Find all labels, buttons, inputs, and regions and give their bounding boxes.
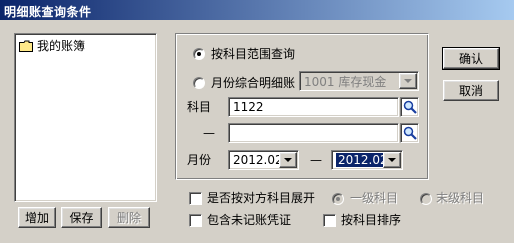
magnifier-icon bbox=[403, 126, 417, 140]
account-book-tree[interactable]: 我的账簿 bbox=[14, 33, 157, 202]
subject-dash: — bbox=[203, 126, 215, 140]
month-to-value: 2012.02 bbox=[336, 153, 390, 167]
expand-contra-checkbox[interactable] bbox=[189, 192, 202, 205]
sort-by-subject-checkbox[interactable] bbox=[323, 214, 336, 227]
save-button[interactable]: 保存 bbox=[61, 207, 102, 228]
subject-from-input[interactable]: 1122 bbox=[228, 97, 399, 117]
monthly-detail-label: 月份综合明细账 bbox=[211, 76, 296, 90]
tree-item-label: 我的账簿 bbox=[37, 39, 86, 53]
include-unposted-label: 包含未记账凭证 bbox=[207, 213, 292, 227]
expand-contra-label: 是否按对方科目展开 bbox=[207, 191, 316, 205]
confirm-button[interactable]: 确认 bbox=[442, 47, 500, 70]
title-bar: 明细账查询条件 bbox=[0, 0, 514, 20]
subject-from-lookup-button[interactable] bbox=[400, 97, 419, 117]
level1-label: 一级科目 bbox=[350, 191, 399, 205]
chevron-down-icon[interactable] bbox=[279, 152, 297, 168]
level1-radio[interactable] bbox=[332, 193, 344, 205]
tree-item-my-books[interactable]: 我的账簿 bbox=[19, 38, 85, 54]
include-unposted-checkbox[interactable] bbox=[189, 214, 202, 227]
month-from-value: 2012.02 bbox=[233, 153, 283, 167]
sort-by-subject-label: 按科目排序 bbox=[341, 213, 402, 227]
magnifier-icon bbox=[403, 100, 417, 114]
month-to-combo[interactable]: 2012.02 bbox=[331, 150, 403, 170]
subject-label: 科目 bbox=[187, 100, 212, 114]
window-title: 明细账查询条件 bbox=[4, 5, 92, 19]
monthly-detail-radio[interactable] bbox=[193, 77, 205, 89]
add-button[interactable]: 增加 bbox=[18, 207, 56, 228]
by-subject-radio[interactable] bbox=[193, 48, 205, 60]
chevron-down-icon[interactable] bbox=[383, 152, 401, 168]
chevron-down-icon[interactable] bbox=[399, 73, 417, 89]
month-label: 月份 bbox=[187, 153, 212, 167]
delete-button[interactable]: 删除 bbox=[108, 207, 150, 228]
subject-from-value: 1122 bbox=[233, 100, 264, 114]
by-subject-label: 按科目范围查询 bbox=[211, 47, 296, 61]
last-level-label: 末级科目 bbox=[436, 191, 485, 205]
month-dash: — bbox=[310, 153, 322, 167]
cancel-button[interactable]: 取消 bbox=[443, 80, 499, 101]
subject-to-lookup-button[interactable] bbox=[400, 123, 419, 143]
monthly-account-combo[interactable]: 1001 库存现金 bbox=[299, 71, 419, 91]
folder-icon bbox=[19, 40, 33, 52]
last-level-radio[interactable] bbox=[420, 193, 432, 205]
month-from-combo[interactable]: 2012.02 bbox=[228, 150, 299, 170]
subject-to-input[interactable] bbox=[228, 123, 399, 143]
monthly-account-value: 1001 库存现金 bbox=[304, 74, 387, 89]
